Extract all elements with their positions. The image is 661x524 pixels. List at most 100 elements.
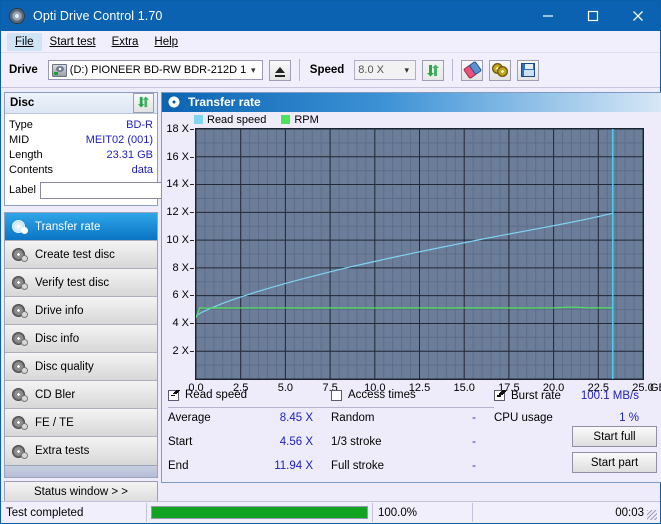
status-window-label: Status window > > bbox=[34, 486, 128, 498]
refresh-button[interactable] bbox=[422, 60, 444, 81]
cd-bler-icon bbox=[11, 387, 28, 402]
start-part-label: Start part bbox=[591, 457, 638, 469]
elapsed-time: 00:03 bbox=[472, 503, 660, 522]
access-times-checkbox-cell[interactable]: Access times bbox=[331, 386, 494, 408]
maximize-icon[interactable] bbox=[570, 1, 615, 31]
cpu-usage-label: CPU usage bbox=[494, 412, 619, 424]
discs-icon bbox=[492, 63, 508, 77]
disc-mid-key: MID bbox=[9, 134, 86, 146]
drive-select[interactable]: (D:) PIONEER BD-RW BDR-212D 1.00 ▾ bbox=[48, 60, 263, 80]
access-times-checkbox[interactable] bbox=[331, 390, 342, 401]
discs-button[interactable] bbox=[489, 60, 511, 81]
menu-file-label: File bbox=[15, 36, 34, 48]
sidebar-item-label: Verify test disc bbox=[35, 277, 109, 289]
disc-length-key: Length bbox=[9, 149, 107, 161]
sidebar-item-verify-test-disc[interactable]: Verify test disc bbox=[5, 269, 157, 297]
erase-button[interactable] bbox=[461, 60, 483, 81]
disc-header-label: Disc bbox=[8, 97, 133, 109]
main-area: Disc Type BD-R MID MEIT02 (001) bbox=[1, 88, 660, 483]
toolbar-divider bbox=[299, 59, 300, 81]
read-speed-checkbox[interactable] bbox=[168, 390, 179, 401]
full-stroke-label: Full stroke bbox=[331, 460, 472, 472]
disc-type-key: Type bbox=[9, 119, 126, 131]
resize-grip-icon[interactable] bbox=[647, 510, 657, 520]
progress-cell bbox=[147, 503, 372, 522]
sidebar-item-cd-bler[interactable]: CD Bler bbox=[5, 381, 157, 409]
transfer-rate-icon bbox=[167, 95, 181, 109]
start-label: Start bbox=[168, 436, 280, 448]
legend-swatch-rpm bbox=[281, 115, 290, 124]
sidebar-item-label: Drive info bbox=[35, 305, 84, 317]
close-icon[interactable] bbox=[615, 1, 660, 31]
y-tick-label: 4 X bbox=[172, 317, 189, 329]
burst-rate-cell[interactable]: Burst rate 100.1 MB/s bbox=[494, 386, 657, 407]
sidebar-item-drive-info[interactable]: Drive info bbox=[5, 297, 157, 325]
menu-help[interactable]: Help bbox=[146, 33, 186, 51]
verify-test-disc-icon bbox=[11, 275, 28, 290]
disc-info-box: Disc Type BD-R MID MEIT02 (001) bbox=[4, 92, 158, 206]
chart-plot-area bbox=[195, 128, 644, 380]
start-full-button[interactable]: Start full bbox=[572, 426, 657, 447]
cpu-usage-value: 1 % bbox=[619, 412, 657, 424]
read-speed-label: Read speed bbox=[185, 389, 331, 401]
read-speed-checkbox-cell[interactable]: Read speed bbox=[168, 386, 331, 408]
y-tick-label: 16 X bbox=[166, 151, 189, 163]
content-area: Transfer rate Read speed RPM 2 X4 X6 X8 … bbox=[161, 88, 661, 483]
disc-info-body: Type BD-R MID MEIT02 (001) Length 23.31 … bbox=[5, 114, 157, 205]
y-tick-label: 8 X bbox=[172, 262, 189, 274]
eject-icon bbox=[275, 67, 285, 73]
sidebar-item-extra-tests[interactable]: Extra tests bbox=[5, 437, 157, 465]
menu-extra[interactable]: Extra bbox=[104, 33, 147, 51]
disc-refresh-button[interactable] bbox=[133, 93, 154, 113]
end-value: 11.94 X bbox=[274, 460, 331, 472]
speed-label: Speed bbox=[310, 64, 345, 76]
save-button[interactable] bbox=[517, 60, 539, 81]
start-part-button[interactable]: Start part bbox=[572, 452, 657, 473]
sidebar-item-disc-info[interactable]: Disc info bbox=[5, 325, 157, 353]
chart-svg bbox=[196, 129, 643, 379]
speed-select[interactable]: 8.0 X ▾ bbox=[354, 60, 416, 80]
sidebar-item-transfer-rate[interactable]: Transfer rate bbox=[5, 213, 157, 241]
y-tick-label: 18 X bbox=[166, 123, 189, 135]
access-times-label: Access times bbox=[348, 389, 494, 401]
toolbar-divider-2 bbox=[452, 59, 453, 81]
transfer-rate-icon bbox=[11, 219, 28, 234]
chevron-down-icon: ▾ bbox=[247, 65, 260, 76]
sidebar-item-create-test-disc[interactable]: Create test disc bbox=[5, 241, 157, 269]
menu-start-test[interactable]: Start test bbox=[42, 33, 104, 51]
app-disc-icon bbox=[9, 8, 25, 24]
third-stroke-label: 1/3 stroke bbox=[331, 436, 472, 448]
sidebar-item-label: FE / TE bbox=[35, 417, 74, 429]
sidebar-item-disc-quality[interactable]: Disc quality bbox=[5, 353, 157, 381]
burst-rate-checkbox[interactable] bbox=[494, 390, 505, 401]
refresh-icon bbox=[137, 96, 150, 111]
panel-header: Transfer rate bbox=[162, 93, 661, 112]
minimize-icon[interactable] bbox=[525, 1, 570, 31]
eject-button[interactable] bbox=[269, 60, 291, 81]
save-floppy-icon bbox=[521, 63, 535, 77]
random-value: - bbox=[472, 412, 494, 424]
legend-label-read-speed: Read speed bbox=[207, 114, 266, 126]
status-window-button[interactable]: Status window > > bbox=[4, 481, 158, 503]
drive-toolbar: Drive (D:) PIONEER BD-RW BDR-212D 1.00 ▾… bbox=[1, 53, 660, 88]
refresh-icon bbox=[426, 64, 440, 77]
sidebar-item-label: Create test disc bbox=[35, 249, 115, 261]
drive-label: Drive bbox=[9, 64, 38, 76]
sidebar-spacer bbox=[4, 466, 158, 478]
menu-file[interactable]: File bbox=[7, 33, 42, 51]
menu-help-label: Help bbox=[154, 36, 178, 48]
title-bar: Opti Drive Control 1.70 bbox=[1, 1, 660, 31]
disc-row-mid: MID MEIT02 (001) bbox=[9, 132, 153, 147]
sidebar-item-fe-te[interactable]: FE / TE bbox=[5, 409, 157, 437]
full-stroke-value: - bbox=[472, 460, 494, 472]
start-buttons: Start full Start part bbox=[572, 426, 657, 473]
sidebar-item-label: Extra tests bbox=[35, 445, 89, 457]
sidebar: Disc Type BD-R MID MEIT02 (001) bbox=[1, 88, 161, 483]
app-window: Opti Drive Control 1.70 File Start test … bbox=[0, 0, 661, 524]
create-test-disc-icon bbox=[11, 247, 28, 262]
disc-label-row: Label bbox=[9, 179, 153, 201]
disc-row-length: Length 23.31 GB bbox=[9, 147, 153, 162]
progress-percent: 100.0% bbox=[372, 503, 472, 522]
disc-quality-icon bbox=[11, 359, 28, 374]
menu-start-test-label: Start test bbox=[50, 36, 96, 48]
